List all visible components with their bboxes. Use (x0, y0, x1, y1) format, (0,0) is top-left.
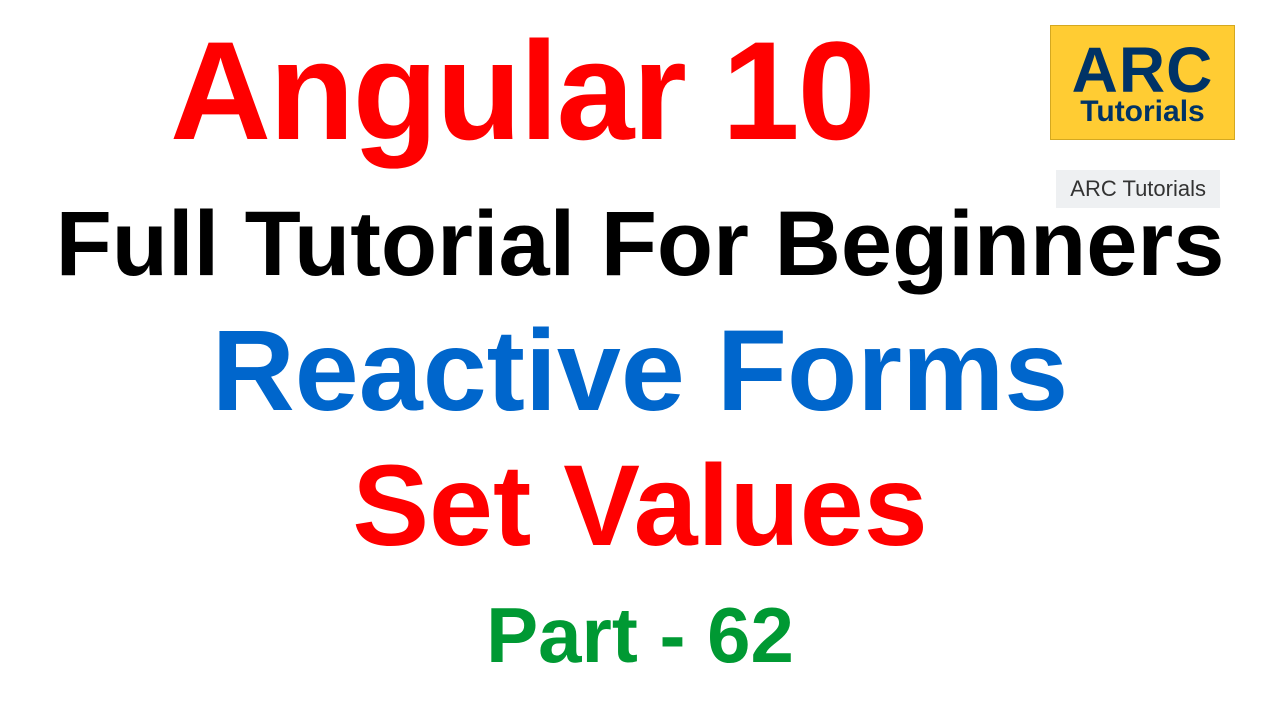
subtitle-text: Full Tutorial For Beginners (0, 192, 1280, 297)
logo-text-arc: ARC (1072, 38, 1214, 102)
logo-text-tutorials: Tutorials (1080, 97, 1204, 127)
part-number: Part - 62 (0, 590, 1280, 681)
main-title: Angular 10 (170, 10, 874, 172)
topic-line-1: Reactive Forms (0, 305, 1280, 437)
topic-line-2: Set Values (0, 440, 1280, 572)
channel-logo: ARC Tutorials (1050, 25, 1235, 140)
